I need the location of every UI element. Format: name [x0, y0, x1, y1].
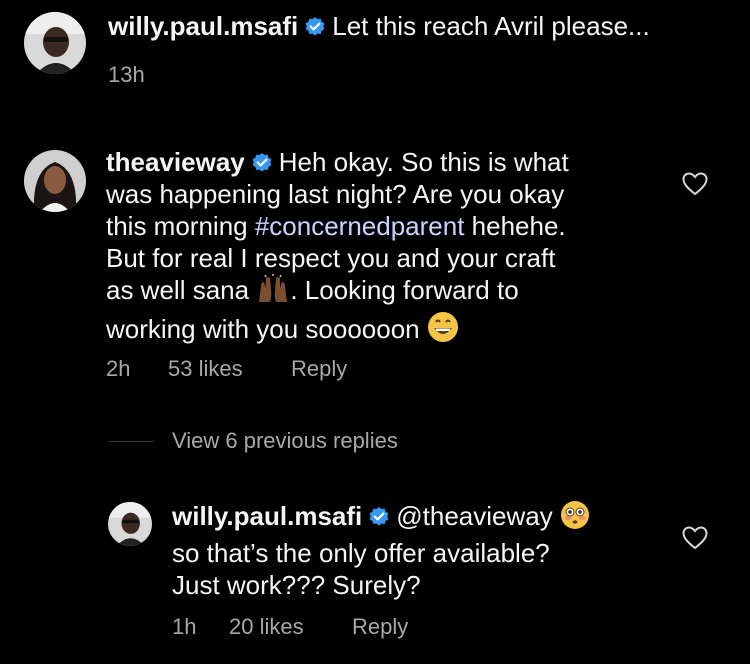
avatar-willy-paul-top[interactable]: [24, 12, 86, 74]
comment-2-text-line-5a: as well sana: [106, 275, 257, 305]
comment-2-text-line-6: working with you soooooon: [106, 314, 427, 344]
reply-1-username[interactable]: willy.paul.msafi: [172, 501, 362, 531]
mention-link[interactable]: @theavieway: [396, 501, 552, 531]
view-previous-replies-button[interactable]: View 6 previous replies: [172, 428, 398, 454]
comment-2-text-line-5b: . Looking forward to: [290, 275, 519, 305]
comment-2-likes[interactable]: 53 likes: [168, 356, 243, 382]
avatar-theavieway[interactable]: [24, 150, 86, 212]
comment-1-body: willy.paul.msafi Let this reach Avril ple…: [108, 10, 728, 42]
reply-1-likes[interactable]: 20 likes: [229, 614, 304, 640]
comment-2-text-line-4: But for real I respect you and your craf…: [106, 243, 556, 273]
verified-badge-icon: [251, 152, 273, 174]
comment-2-reply-button[interactable]: Reply: [291, 356, 347, 382]
comment-2-text-line-2: was happening last night? Are you okay: [106, 179, 565, 209]
hashtag-link[interactable]: #concernedparent: [255, 211, 465, 241]
comment-1-text: Let this reach Avril please...: [332, 11, 650, 41]
heart-icon[interactable]: [682, 172, 708, 201]
reply-1-text-line-2: so that’s the only offer available?: [172, 538, 550, 568]
comment-2-text-line-3b: hehehe.: [464, 211, 566, 241]
reply-1-time: 1h: [172, 614, 197, 639]
comment-2-text-line-1: Heh okay. So this is what: [278, 147, 569, 177]
verified-badge-icon: [368, 506, 390, 528]
reply-1-body: willy.paul.msafi @theavieway so that’s th…: [172, 500, 652, 601]
heart-icon[interactable]: [682, 526, 708, 555]
avatar-willy-paul-reply[interactable]: [108, 502, 152, 546]
grinning-emoji: [427, 311, 459, 350]
reply-1-text-line-3: Just work??? Surely?: [172, 570, 421, 600]
comment-2-text-line-3a: this morning: [106, 211, 255, 241]
raised-hands-emoji: [256, 274, 290, 311]
reply-1-reply-button[interactable]: Reply: [352, 614, 408, 640]
flushed-emoji: [560, 500, 590, 537]
replies-divider: [108, 441, 154, 442]
comment-1-username[interactable]: willy.paul.msafi: [108, 11, 298, 41]
verified-badge-icon: [304, 16, 326, 38]
comment-2-body: theavieway Heh okay. So this is what was …: [106, 146, 646, 350]
comment-1-time: 13h: [108, 62, 145, 87]
comment-2-username[interactable]: theavieway: [106, 147, 245, 177]
comment-2-time: 2h: [106, 356, 131, 381]
